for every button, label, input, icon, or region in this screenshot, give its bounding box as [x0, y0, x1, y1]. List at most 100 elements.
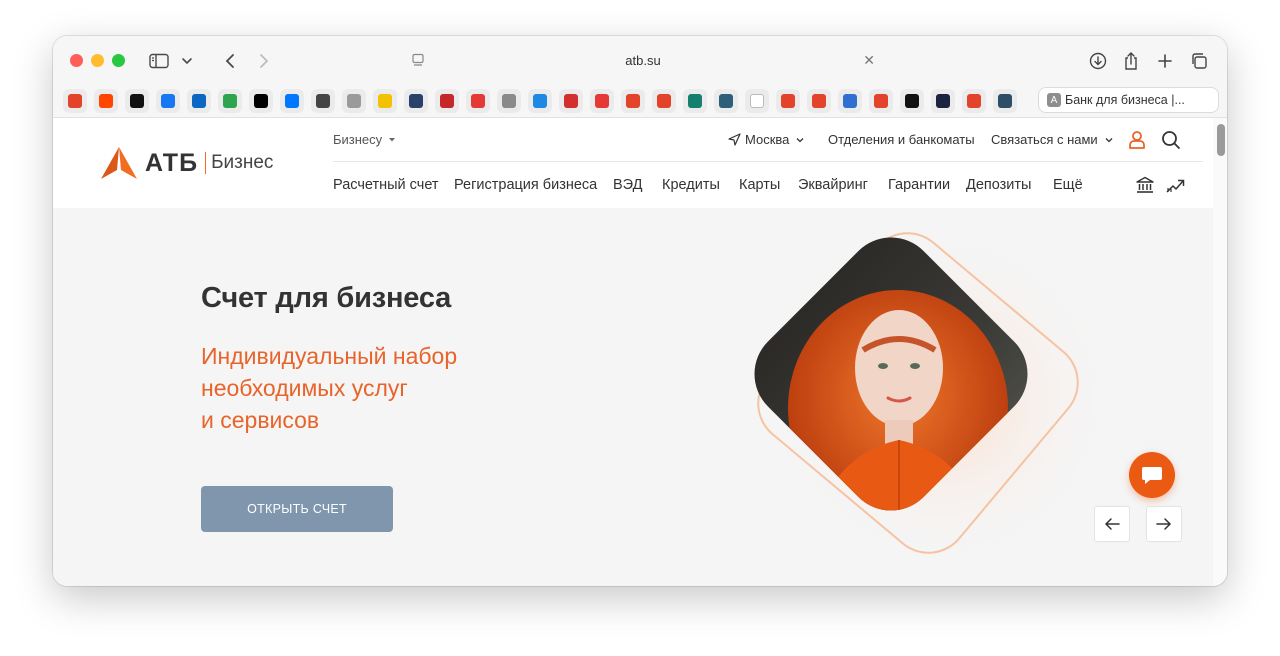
- menu-item-guarantees[interactable]: Гарантии: [888, 177, 950, 193]
- favorite-triangle-icon[interactable]: [900, 89, 924, 113]
- gitlab-icon: [812, 94, 826, 108]
- grid-app-icon: [998, 94, 1012, 108]
- triangle-icon: [905, 94, 919, 108]
- contact-dropdown[interactable]: Связаться с нами: [991, 132, 1114, 147]
- menu-item-more[interactable]: Ещё: [1053, 177, 1083, 193]
- tab-current[interactable]: A Банк для бизнеса |...: [1038, 87, 1219, 113]
- atb-logo[interactable]: АТБ Бизнес: [99, 146, 273, 180]
- favorite-gitlab-icon[interactable]: [621, 89, 645, 113]
- search-icon: [1162, 131, 1180, 149]
- threads-icon: [130, 94, 144, 108]
- favorite-x-icon[interactable]: [249, 89, 273, 113]
- favorite-gitlab-icon[interactable]: [807, 89, 831, 113]
- tab-overview-button[interactable]: [1186, 48, 1212, 74]
- tab-favicon: A: [1047, 93, 1061, 107]
- sidebar-toggle-button[interactable]: [143, 48, 199, 74]
- compass-icon: [347, 94, 361, 108]
- favorite-vk-icon[interactable]: [280, 89, 304, 113]
- favorite-globe-icon[interactable]: [311, 89, 335, 113]
- arrow-left-icon: [1104, 518, 1120, 530]
- favorite-dark-app-icon[interactable]: [931, 89, 955, 113]
- account-button[interactable]: [1128, 130, 1146, 150]
- slider-next-button[interactable]: [1146, 506, 1182, 542]
- segment-label: Бизнесу: [333, 132, 383, 147]
- page-scrollbar[interactable]: [1213, 118, 1227, 586]
- minimize-window-button[interactable]: [91, 54, 104, 67]
- slider-prev-button[interactable]: [1094, 506, 1130, 542]
- favorite-p-icon[interactable]: [466, 89, 490, 113]
- p-icon: [471, 94, 485, 108]
- branches-link[interactable]: Отделения и банкоматы: [828, 132, 975, 147]
- gitlab-icon: [874, 94, 888, 108]
- favorite-gear-app-icon[interactable]: [404, 89, 428, 113]
- sb-icon: [564, 94, 578, 108]
- favorite-gitlab-icon[interactable]: [63, 89, 87, 113]
- favorite-one-icon[interactable]: [497, 89, 521, 113]
- menu-item-account[interactable]: Расчетный счет: [333, 177, 439, 193]
- favorite-m-icon[interactable]: [714, 89, 738, 113]
- sidebar-icon: [149, 53, 169, 69]
- new-tab-button[interactable]: [1152, 48, 1178, 74]
- favorite-compass-icon[interactable]: [342, 89, 366, 113]
- favorite-a-icon[interactable]: [838, 89, 862, 113]
- menu-item-deposits[interactable]: Депозиты: [966, 177, 1031, 193]
- favorite-gitlab-icon[interactable]: [962, 89, 986, 113]
- chart-trend-icon: [1166, 179, 1185, 193]
- favorite-red-download-icon[interactable]: [435, 89, 459, 113]
- page-content: АТБ Бизнес Бизнесу Москва Отделения и ба…: [53, 118, 1213, 586]
- chevron-down-icon: [1105, 137, 1113, 142]
- favorite-grid-app-icon[interactable]: [993, 89, 1017, 113]
- gitlab-icon: [967, 94, 981, 108]
- red-download-icon: [440, 94, 454, 108]
- favorite-facebook-icon[interactable]: [156, 89, 180, 113]
- clear-address-icon[interactable]: ✕: [863, 52, 875, 69]
- white-app-icon: [750, 94, 764, 108]
- favorite-threads-icon[interactable]: [125, 89, 149, 113]
- favorite-shield-app-icon[interactable]: [683, 89, 707, 113]
- address-bar[interactable]: atb.su ✕: [405, 46, 881, 74]
- facebook-icon: [161, 94, 175, 108]
- chevron-down-icon: [182, 58, 192, 65]
- tab-title: Банк для бизнеса |...: [1065, 93, 1185, 107]
- chat-button[interactable]: [1129, 452, 1175, 498]
- favorite-white-app-icon[interactable]: [745, 89, 769, 113]
- logo-subtitle: Бизнес: [211, 152, 274, 173]
- segment-dropdown[interactable]: Бизнесу: [333, 132, 397, 147]
- menu-item-registration[interactable]: Регистрация бизнеса: [454, 177, 597, 193]
- bank-button[interactable]: [1136, 176, 1154, 194]
- city-selector[interactable]: Москва: [728, 132, 805, 147]
- menu-item-credits[interactable]: Кредиты: [662, 177, 720, 193]
- investments-button[interactable]: [1166, 176, 1186, 194]
- favorite-microphone-icon[interactable]: [590, 89, 614, 113]
- favorite-green-app-icon[interactable]: [218, 89, 242, 113]
- logo-name: АТБ: [145, 148, 199, 177]
- favorite-gitlab-icon[interactable]: [776, 89, 800, 113]
- favorite-reddit-icon[interactable]: [94, 89, 118, 113]
- dark-app-icon: [936, 94, 950, 108]
- menu-item-acquiring[interactable]: Эквайринг: [798, 177, 868, 193]
- a-icon: [843, 94, 857, 108]
- hero-banner: Счет для бизнеса Индивидуальный набор не…: [53, 208, 1213, 586]
- back-button[interactable]: [216, 48, 244, 74]
- open-account-button[interactable]: ОТКРЫТЬ СЧЕТ: [201, 486, 393, 532]
- forward-button[interactable]: [250, 48, 278, 74]
- zoom-window-button[interactable]: [112, 54, 125, 67]
- chat-icon: [1142, 467, 1162, 484]
- one-icon: [502, 94, 516, 108]
- page-menu-icon[interactable]: [411, 53, 425, 67]
- menu-item-cards[interactable]: Карты: [739, 177, 780, 193]
- favorite-sb-icon[interactable]: [559, 89, 583, 113]
- favorite-yellow-app-icon[interactable]: [373, 89, 397, 113]
- menu-item-ved[interactable]: ВЭД: [613, 177, 642, 193]
- downloads-button[interactable]: [1085, 48, 1111, 74]
- favorite-rainbow-icon[interactable]: [528, 89, 552, 113]
- search-button[interactable]: [1161, 130, 1181, 150]
- scrollbar-thumb[interactable]: [1217, 124, 1225, 156]
- linkedin-icon: [192, 94, 206, 108]
- close-window-button[interactable]: [70, 54, 83, 67]
- favorite-gitlab-icon[interactable]: [869, 89, 893, 113]
- favorite-linkedin-icon[interactable]: [187, 89, 211, 113]
- gear-app-icon: [409, 94, 423, 108]
- share-button[interactable]: [1118, 48, 1144, 74]
- favorite-gitlab-icon[interactable]: [652, 89, 676, 113]
